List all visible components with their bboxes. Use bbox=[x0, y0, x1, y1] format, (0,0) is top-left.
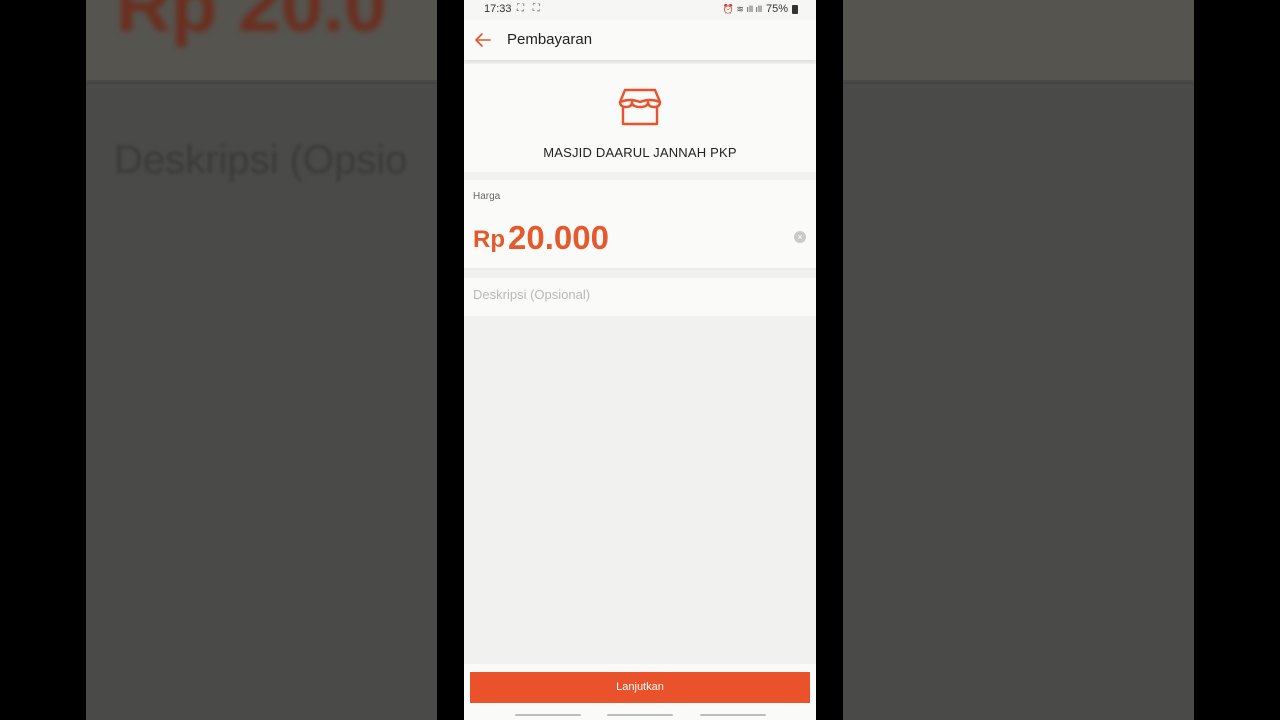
price-card[interactable]: Harga Rp 20.000 × bbox=[464, 180, 816, 270]
price-label: Harga bbox=[473, 191, 501, 202]
continue-button[interactable]: Lanjutkan bbox=[470, 672, 810, 703]
video-frame: Rp 20.0 Deskripsi (Opsio 17:33 ⛶ ⛶ ⏰ ≋ ı… bbox=[0, 0, 1280, 720]
nav-home-indicator[interactable] bbox=[607, 714, 673, 716]
battery-percent: 75% bbox=[765, 3, 788, 15]
status-bar: 17:33 ⛶ ⛶ ⏰ ≋ ıll ıll 75% bbox=[464, 0, 816, 20]
status-right-group: ⏰ ≋ ıll ıll 75% bbox=[723, 3, 798, 15]
price-input-value[interactable]: 20.000 bbox=[508, 219, 609, 257]
app-bar: Pembayaran bbox=[464, 20, 816, 60]
clear-icon[interactable]: × bbox=[794, 231, 806, 243]
store-icon bbox=[618, 88, 662, 126]
nav-recent-indicator[interactable] bbox=[515, 714, 581, 716]
description-field[interactable] bbox=[464, 278, 816, 316]
arrow-left-icon[interactable] bbox=[473, 30, 493, 50]
price-currency: Rp bbox=[473, 226, 505, 253]
description-input[interactable] bbox=[473, 287, 803, 302]
screenshot-icon: ⛶ ⛶ bbox=[517, 3, 543, 14]
nav-back-indicator[interactable] bbox=[700, 714, 766, 716]
page-title: Pembayaran bbox=[507, 31, 593, 48]
phone-screen: 17:33 ⛶ ⛶ ⏰ ≋ ıll ıll 75% Pembayaran MAS… bbox=[464, 0, 816, 720]
merchant-name: MASJID DAARUL JANNAH PKP bbox=[543, 145, 737, 160]
bottom-bar: Lanjutkan bbox=[464, 664, 816, 720]
status-time: 17:33 bbox=[484, 3, 512, 15]
phone-frame: 17:33 ⛶ ⛶ ⏰ ≋ ıll ıll 75% Pembayaran MAS… bbox=[437, 0, 843, 720]
alarm-wifi-signal-icon: ⏰ ≋ ıll ıll bbox=[722, 3, 762, 14]
blurred-description-text: Deskripsi (Opsio bbox=[114, 138, 408, 182]
battery-icon bbox=[792, 4, 798, 14]
blurred-amount-text: Rp 20.0 bbox=[116, 0, 387, 48]
merchant-card: MASJID DAARUL JANNAH PKP bbox=[464, 64, 816, 172]
